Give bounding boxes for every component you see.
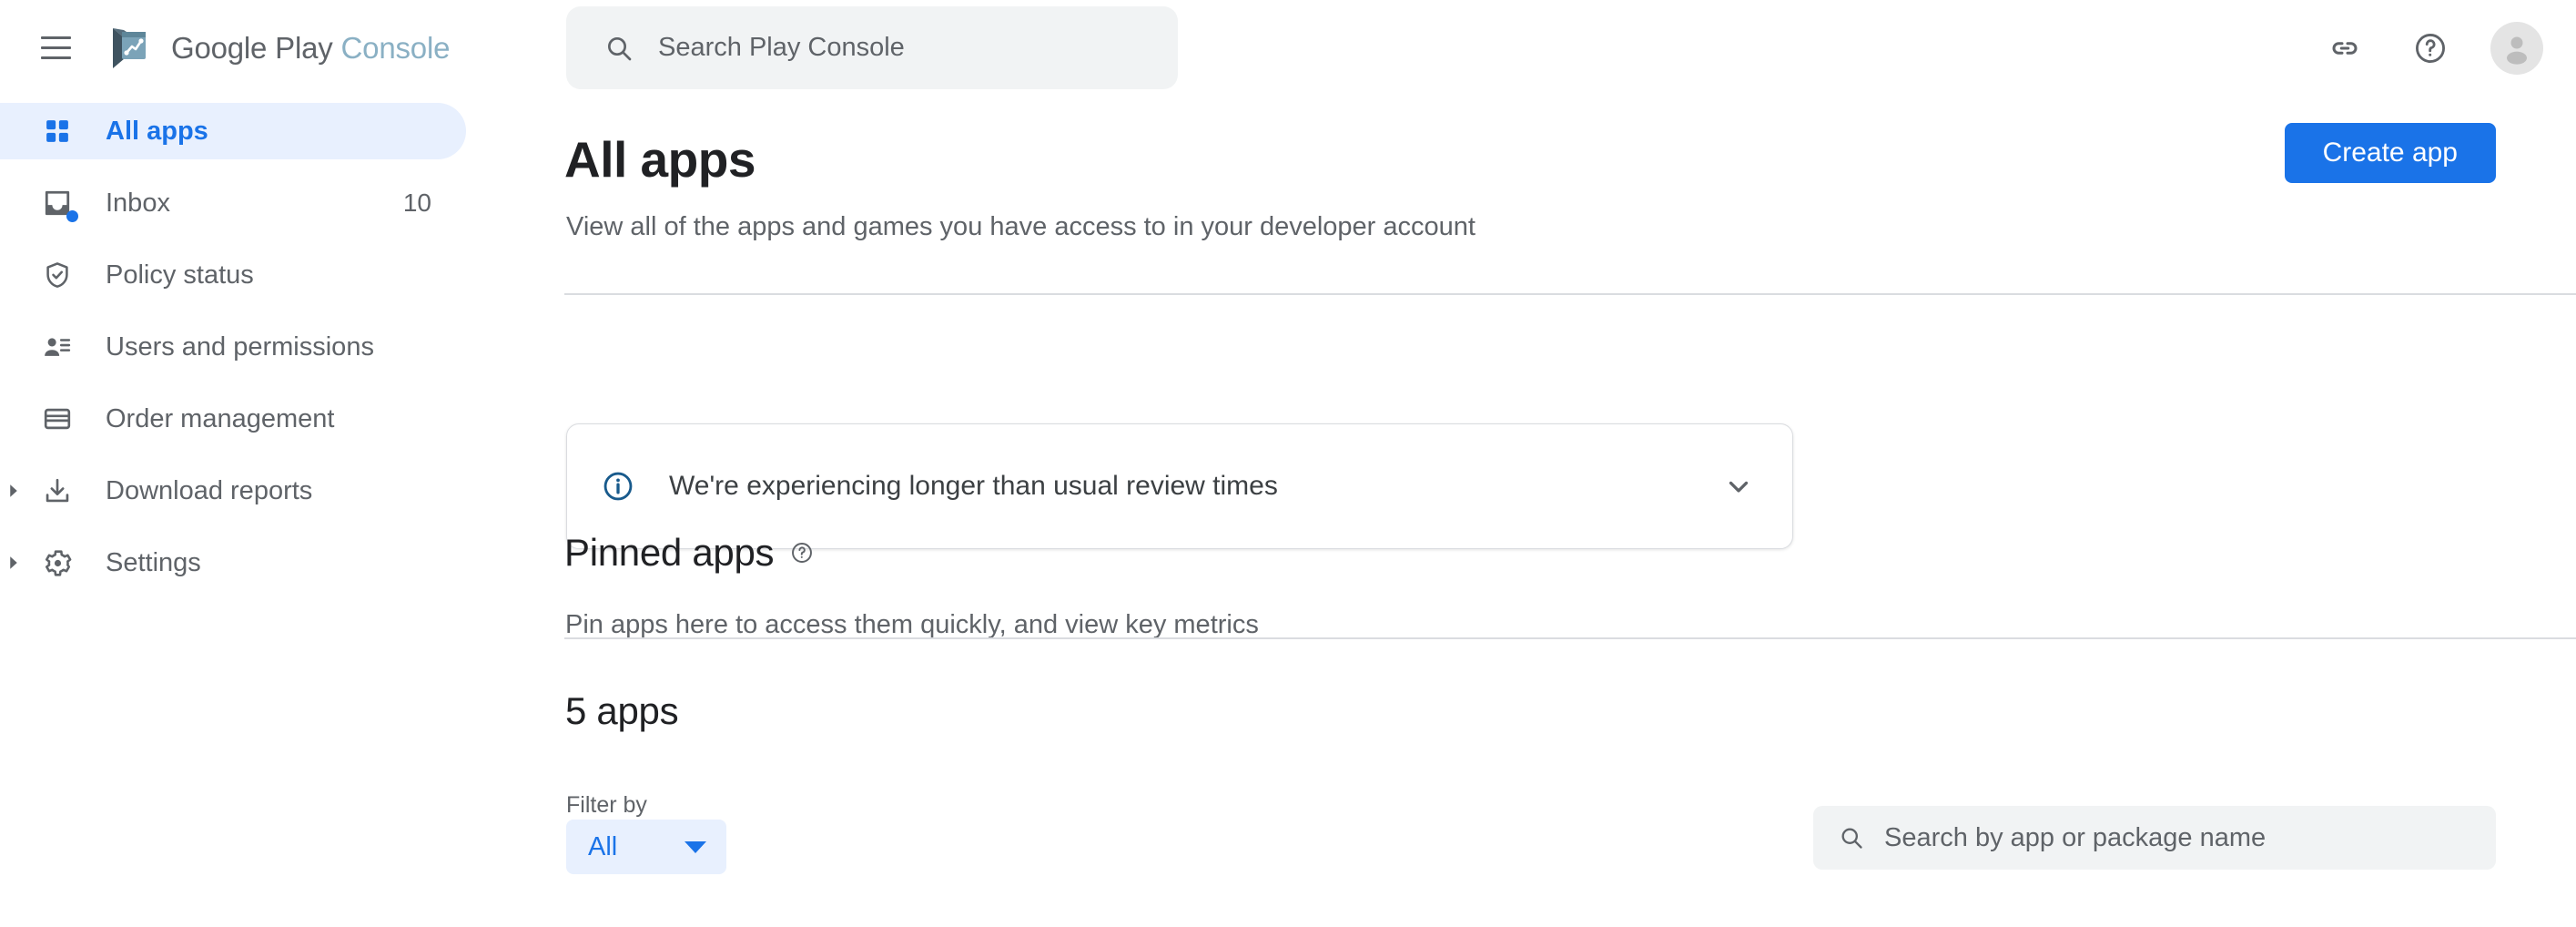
sidebar-item-all-apps[interactable]: All apps bbox=[0, 103, 466, 159]
inbox-unread-dot bbox=[66, 210, 78, 222]
sidebar-item-inbox[interactable]: Inbox 10 bbox=[0, 175, 466, 231]
search-icon bbox=[604, 34, 634, 63]
sidebar-item-label: Inbox bbox=[106, 188, 170, 218]
help-circle-icon[interactable] bbox=[2405, 23, 2456, 74]
section-divider bbox=[564, 637, 2576, 639]
link-icon[interactable] bbox=[2319, 23, 2370, 74]
google-play-console-logo bbox=[106, 25, 153, 72]
pinned-apps-heading: Pinned apps bbox=[564, 531, 814, 575]
gear-icon bbox=[38, 544, 76, 582]
inbox-icon bbox=[38, 184, 78, 222]
hamburger-bar bbox=[40, 56, 71, 59]
brand-logo-link[interactable]: Google Play Console bbox=[106, 25, 450, 72]
pinned-apps-title: Pinned apps bbox=[564, 531, 775, 574]
hamburger-bar bbox=[40, 36, 71, 39]
brand-title-secondary: Console bbox=[340, 30, 451, 65]
sidebar-item-policy-status[interactable]: Policy status bbox=[0, 247, 466, 303]
global-search-box[interactable] bbox=[566, 6, 1178, 89]
brand-title-primary: Google Play bbox=[171, 30, 333, 65]
credit-card-icon bbox=[38, 400, 76, 438]
create-app-button[interactable]: Create app bbox=[2284, 123, 2496, 183]
download-icon bbox=[38, 472, 76, 510]
chevron-down-icon bbox=[685, 840, 706, 853]
sidebar-item-label: Order management bbox=[106, 403, 335, 433]
sidebar-item-label: All apps bbox=[106, 116, 208, 146]
apps-count-heading: 5 apps bbox=[565, 689, 679, 732]
sidebar-item-label: Policy status bbox=[106, 260, 254, 290]
play-console-page: Google Play Console Search Play Console … bbox=[0, 0, 2576, 927]
sidebar-item-label: Users and permissions bbox=[106, 331, 374, 362]
info-circle-icon bbox=[602, 470, 634, 503]
chevron-right-icon[interactable] bbox=[2, 551, 25, 575]
sidebar-item-order-management[interactable]: Order management bbox=[0, 391, 466, 447]
filter-by-label: Filter by bbox=[566, 792, 647, 818]
sidebar-item-users-and-permissions[interactable]: Users and permissions bbox=[0, 319, 466, 375]
brand-title: Google Play Console bbox=[171, 31, 450, 66]
chevron-right-icon[interactable] bbox=[2, 479, 25, 503]
top-app-bar: Google Play Console bbox=[0, 0, 2576, 96]
app-search-input[interactable] bbox=[1884, 822, 2430, 853]
sidebar-item-label: Settings bbox=[106, 547, 201, 577]
sidebar-item-download-reports[interactable]: Download reports bbox=[0, 463, 466, 519]
main-content: All apps View all of the apps and games … bbox=[564, 96, 2576, 927]
search-input[interactable] bbox=[658, 33, 1113, 63]
pinned-apps-subtitle: Pin apps here to access them quickly, an… bbox=[565, 610, 1259, 639]
page-subtitle: View all of the apps and games you have … bbox=[566, 212, 1476, 241]
filter-by-value: All bbox=[588, 831, 618, 861]
top-bar-actions bbox=[2319, 0, 2543, 96]
hamburger-menu-icon[interactable] bbox=[35, 27, 76, 69]
users-permissions-icon bbox=[38, 328, 76, 366]
page-title: All apps bbox=[564, 131, 756, 188]
sidebar-item-label: Download reports bbox=[106, 475, 313, 505]
section-divider bbox=[564, 293, 2576, 295]
hamburger-bar bbox=[40, 46, 71, 49]
filter-by-select[interactable]: All bbox=[566, 820, 726, 874]
help-circle-icon[interactable] bbox=[790, 541, 814, 565]
banner-text: We're experiencing longer than usual rev… bbox=[669, 471, 1278, 501]
app-search-box[interactable] bbox=[1813, 806, 2496, 870]
sidebar-nav: All apps Inbox 10 Policy status Users an… bbox=[0, 103, 564, 927]
inbox-count-badge: 10 bbox=[402, 188, 431, 217]
account-avatar[interactable] bbox=[2490, 21, 2543, 75]
sidebar-item-settings[interactable]: Settings bbox=[0, 535, 466, 591]
chevron-down-icon[interactable] bbox=[1723, 471, 1754, 502]
shield-check-icon bbox=[38, 256, 76, 294]
grid-apps-icon bbox=[38, 112, 76, 150]
search-icon bbox=[1839, 825, 1864, 851]
